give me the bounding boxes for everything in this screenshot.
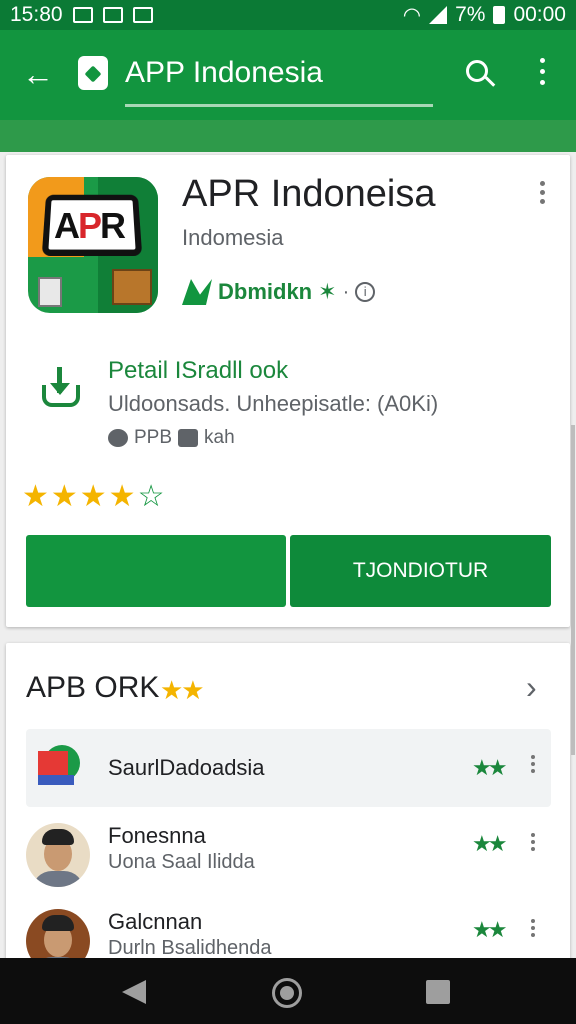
wifi-icon: ◠ — [402, 3, 422, 27]
chevron-right-icon[interactable]: › — [526, 669, 537, 706]
battery-icon — [493, 6, 506, 24]
system-nav-bar — [0, 958, 576, 1024]
store-bag-icon — [78, 56, 108, 90]
nav-back-icon[interactable] — [122, 980, 146, 1004]
app-name: APR Indoneisa — [182, 173, 436, 215]
title-underline — [125, 104, 433, 107]
list-item[interactable]: Fonesnna Uona Saal Ilidda ★★ — [26, 815, 551, 893]
size-icon — [108, 429, 128, 447]
scrollbar[interactable] — [571, 425, 575, 755]
developer-row[interactable]: Dbmidkn ✶ · i — [182, 279, 376, 305]
avatar — [26, 823, 90, 887]
download-icon — [40, 367, 82, 409]
download-title: Petail ISradll ook — [108, 357, 289, 384]
signal-icon — [429, 6, 448, 24]
status-bar: 15:80 ◠ 7% 00:00 — [0, 0, 576, 30]
list-item-subtitle: Uona Saal Ilidda — [108, 851, 255, 873]
meta-row: PPB kah — [108, 427, 235, 449]
secondary-action-button[interactable]: TJONDIOTUR — [290, 535, 551, 607]
app-subtitle: Indomesia — [182, 225, 284, 250]
notification-icon — [72, 7, 93, 23]
list-item-subtitle: Durln Bsalidhenda — [108, 937, 272, 959]
primary-action-button[interactable] — [26, 535, 286, 607]
list-item-stars: ★★ — [472, 755, 508, 780]
list-item-name: Galcnnan — [108, 909, 203, 934]
separator-dot: · — [342, 280, 350, 303]
list-title-stars: ★★ — [160, 675, 205, 705]
app-bar-title: APP Indonesia — [125, 56, 323, 89]
list-item-name: SaurlDadoadsia — [108, 755, 265, 780]
nav-recents-icon[interactable] — [426, 980, 450, 1004]
battery-percent: 7% — [455, 3, 486, 26]
download-description: Uldoonsads. Unheepisatle: (A0Ki) — [108, 391, 439, 416]
list-item[interactable]: SaurlDadoadsia ★★ — [26, 729, 551, 807]
list-item-stars: ★★ — [472, 831, 508, 856]
info-icon[interactable]: i — [355, 282, 376, 302]
header-extension — [0, 120, 576, 152]
back-arrow-icon[interactable]: ← — [22, 54, 54, 94]
nav-home-icon[interactable] — [272, 978, 302, 1008]
verified-star-icon: ✶ — [318, 279, 337, 304]
status-time: 15:80 — [10, 3, 63, 26]
overflow-menu-icon[interactable] — [540, 58, 546, 88]
app-icon: APR — [28, 177, 158, 313]
list-item-menu-icon[interactable] — [531, 833, 536, 854]
list-item-name: Fonesnna — [108, 823, 206, 848]
screenshot-icon — [132, 7, 153, 23]
status-clock: 00:00 — [513, 3, 566, 26]
app-bar: ← APP Indonesia — [0, 30, 576, 120]
image-icon — [178, 429, 199, 447]
developer-name: Dbmidkn — [218, 279, 313, 304]
related-list-card: APB ORK ★★ › SaurlDadoadsia ★★ Fonesnna … — [6, 643, 570, 973]
list-item-stars: ★★ — [472, 917, 508, 942]
app-detail-card: APR APR Indoneisa Indomesia Dbmidkn ✶ · … — [6, 155, 570, 627]
meta-type: kah — [204, 427, 235, 448]
list-title: APB ORK — [26, 671, 160, 704]
card-menu-icon[interactable] — [540, 181, 545, 208]
list-item-menu-icon[interactable] — [531, 755, 536, 776]
list-item-menu-icon[interactable] — [531, 919, 536, 940]
app-icon-label: APR — [54, 205, 126, 246]
message-icon — [102, 7, 123, 23]
search-icon[interactable] — [462, 56, 498, 92]
app-logo-icon — [26, 737, 90, 801]
rating-stars: ★★★★☆ — [22, 480, 167, 513]
meta-size: PPB — [134, 427, 173, 448]
developer-logo-icon — [182, 279, 212, 305]
